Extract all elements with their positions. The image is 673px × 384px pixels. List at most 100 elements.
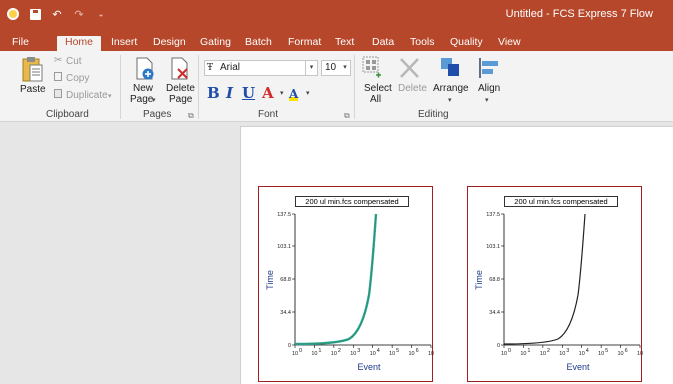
tab-data[interactable]: Data bbox=[368, 36, 398, 51]
highlight-dropdown-icon[interactable]: ▾ bbox=[306, 89, 310, 97]
font-size-dropdown-icon[interactable]: ▾ bbox=[340, 61, 350, 75]
delete-page-label-2[interactable]: Page bbox=[169, 95, 192, 105]
font-group-label: Font bbox=[258, 109, 279, 120]
bold-button[interactable]: B bbox=[207, 84, 220, 102]
plot-1[interactable]: 137.5 103.1 68.8 34.4 0 10 0 10 1 10 2 10 3 10 4 1… bbox=[258, 186, 434, 382]
new-page-label-2[interactable]: Page bbox=[130, 95, 153, 105]
align-button[interactable]: Align bbox=[478, 84, 500, 94]
x-tick-label: 10 bbox=[428, 351, 434, 357]
y-tick-label: 0 bbox=[288, 343, 291, 349]
y-tick-label: 34.4 bbox=[280, 310, 291, 316]
app-icon[interactable] bbox=[6, 7, 20, 21]
x-axis-label: Event bbox=[357, 362, 381, 372]
x-tick-label: 10 bbox=[389, 351, 395, 357]
x-tick-exponent: 6 bbox=[625, 348, 628, 354]
arrange-icon bbox=[441, 58, 459, 76]
delete-page-label-1[interactable]: Delete bbox=[166, 84, 195, 94]
delete-button[interactable]: Delete bbox=[398, 84, 427, 94]
separator bbox=[354, 55, 355, 119]
x-tick-label: 10 bbox=[559, 351, 565, 357]
x-tick-label: 10 bbox=[520, 351, 526, 357]
x-ticks: 100101102103104105106107 bbox=[501, 345, 643, 357]
new-page-dropdown-icon[interactable]: ▾ bbox=[152, 96, 156, 104]
select-all-icon bbox=[362, 56, 381, 78]
paste-icon bbox=[22, 57, 43, 82]
x-tick-exponent: 3 bbox=[566, 348, 569, 354]
font-name-select[interactable]: Ŧ Arial ▾ bbox=[204, 60, 318, 76]
duplicate-dropdown-icon[interactable]: ▾ bbox=[108, 92, 112, 100]
tab-file[interactable]: File bbox=[8, 36, 33, 51]
tab-insert[interactable]: Insert bbox=[107, 36, 141, 51]
plot-2[interactable]: 137.5 103.1 68.8 34.4 0 10 0 10 1 10 2 10 3 10 4 1… bbox=[467, 186, 643, 382]
arrange-button[interactable]: Arrange bbox=[433, 84, 469, 94]
save-icon[interactable] bbox=[28, 7, 42, 21]
y-tick-label: 0 bbox=[497, 343, 500, 349]
y-tick-label: 103.1 bbox=[486, 244, 500, 250]
align-icon bbox=[479, 58, 498, 78]
highlight-button[interactable]: A bbox=[289, 87, 299, 101]
tab-gating[interactable]: Gating bbox=[196, 36, 235, 51]
font-color-dropdown-icon[interactable]: ▾ bbox=[280, 89, 284, 97]
tab-text[interactable]: Text bbox=[331, 36, 358, 51]
redo-icon[interactable]: ↷ bbox=[72, 7, 86, 21]
delete-icon bbox=[400, 58, 419, 78]
x-tick-label: 10 bbox=[579, 351, 585, 357]
y-tick-label: 137.5 bbox=[277, 212, 291, 218]
x-tick-exponent: 2 bbox=[338, 348, 341, 354]
delete-page-icon bbox=[171, 57, 188, 80]
copy-button[interactable]: Copy bbox=[66, 74, 89, 84]
font-size-value: 10 bbox=[325, 62, 337, 73]
align-dropdown-icon[interactable]: ▾ bbox=[485, 96, 489, 104]
undo-icon[interactable]: ↶ bbox=[50, 7, 64, 21]
tab-format[interactable]: Format bbox=[284, 36, 325, 51]
tab-view[interactable]: View bbox=[494, 36, 525, 51]
x-tick-exponent: 0 bbox=[299, 348, 302, 354]
cut-icon: ✂ bbox=[54, 55, 63, 66]
font-name-dropdown-icon[interactable]: ▾ bbox=[305, 61, 317, 75]
paste-button[interactable]: Paste bbox=[20, 85, 46, 95]
data-curve bbox=[503, 213, 586, 345]
select-all-label-2[interactable]: All bbox=[370, 95, 381, 105]
underline-button[interactable]: U bbox=[242, 84, 255, 102]
x-tick-exponent: 1 bbox=[318, 348, 321, 354]
y-ticks: 137.5 103.1 68.8 34.4 0 bbox=[486, 212, 504, 349]
y-axis-label: Time bbox=[474, 270, 484, 290]
font-launcher-icon[interactable]: ⧉ bbox=[344, 111, 350, 121]
x-tick-exponent: 4 bbox=[377, 348, 380, 354]
x-ticks: 100101102103104105106107 bbox=[292, 345, 434, 357]
separator bbox=[120, 55, 121, 119]
x-tick-label: 10 bbox=[292, 351, 298, 357]
pages-launcher-icon[interactable]: ⧉ bbox=[188, 111, 194, 121]
x-tick-exponent: 3 bbox=[357, 348, 360, 354]
x-tick-label: 10 bbox=[311, 351, 317, 357]
pages-group-label: Pages bbox=[143, 109, 172, 120]
new-page-label-1[interactable]: New bbox=[133, 84, 153, 94]
font-size-select[interactable]: 10 ▾ bbox=[321, 60, 351, 76]
tab-home[interactable]: Home bbox=[57, 36, 101, 51]
font-color-button[interactable]: A bbox=[262, 84, 274, 102]
quick-access-toolbar: ↶ ↷ ₌ bbox=[6, 7, 108, 21]
tab-quality[interactable]: Quality bbox=[446, 36, 487, 51]
ribbon: Paste ✂ Cut Copy Duplicate ▾ Clipboard N… bbox=[0, 51, 673, 122]
y-ticks: 137.5 103.1 68.8 34.4 0 bbox=[277, 212, 295, 349]
select-all-label-1[interactable]: Select bbox=[364, 84, 392, 94]
y-tick-label: 68.8 bbox=[489, 277, 500, 283]
title-bar: ↶ ↷ ₌ Untitled - FCS Express 7 Flow bbox=[0, 0, 673, 36]
arrange-dropdown-icon[interactable]: ▾ bbox=[448, 96, 452, 104]
plot-1-title[interactable]: 200 ul min.fcs compensated bbox=[295, 196, 409, 207]
font-type-icon: Ŧ bbox=[207, 63, 214, 73]
tab-batch[interactable]: Batch bbox=[241, 36, 276, 51]
x-tick-exponent: 5 bbox=[396, 348, 399, 354]
customize-icon[interactable]: ₌ bbox=[94, 7, 108, 21]
clipboard-group-label: Clipboard bbox=[46, 109, 89, 120]
plot-2-title[interactable]: 200 ul min.fcs compensated bbox=[504, 196, 618, 207]
duplicate-button[interactable]: Duplicate bbox=[66, 91, 108, 101]
x-tick-label: 10 bbox=[501, 351, 507, 357]
x-tick-label: 10 bbox=[637, 351, 643, 357]
italic-button[interactable]: I bbox=[226, 84, 233, 102]
cut-button[interactable]: Cut bbox=[66, 57, 82, 67]
tab-design[interactable]: Design bbox=[149, 36, 190, 51]
new-page-icon bbox=[136, 57, 154, 80]
tab-tools[interactable]: Tools bbox=[406, 36, 439, 51]
y-tick-label: 68.8 bbox=[280, 277, 291, 283]
